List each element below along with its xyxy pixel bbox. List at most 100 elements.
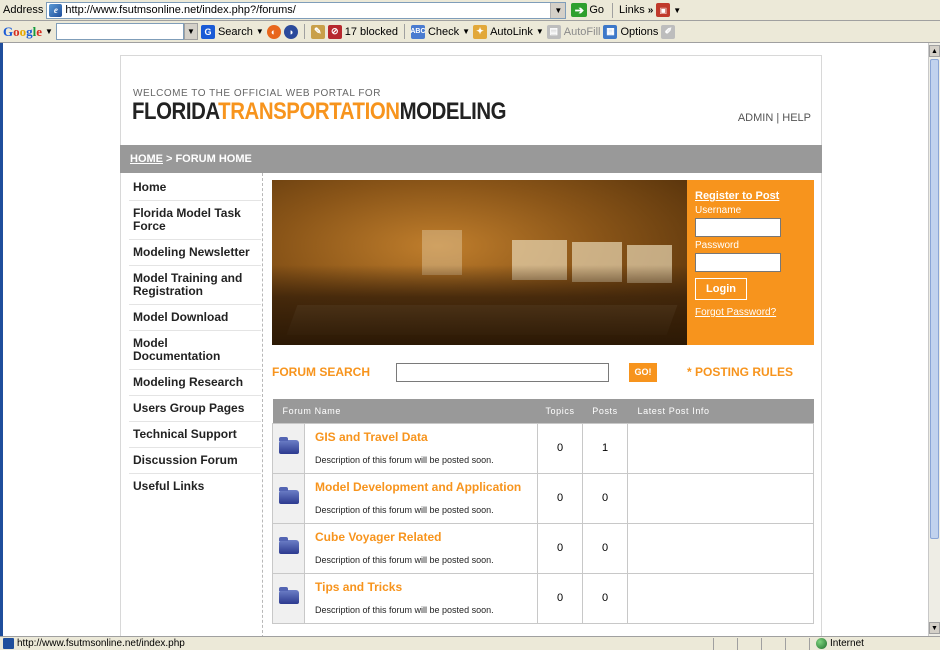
sidebar-item-forum[interactable]: Discussion Forum [129,448,261,474]
autolink-icon: ✦ [473,24,488,39]
autolink-button[interactable]: ✦ AutoLink ▼ [473,24,544,39]
column-forum-name: Forum Name [272,399,538,423]
address-dropdown-icon[interactable]: ▼ [550,2,566,18]
toolbar-separator [612,2,614,18]
breadcrumb-home-link[interactable]: HOME [130,153,163,165]
login-button[interactable]: Login [695,278,747,300]
forum-latest-post [627,522,814,574]
sidebar-item-documentation[interactable]: Model Documentation [129,331,261,370]
forgot-password-link[interactable]: Forgot Password? [695,307,806,318]
sidebar-item-download[interactable]: Model Download [129,305,261,331]
password-input[interactable] [695,253,781,272]
go-label: Go [589,4,605,16]
table-row: Model Development and Application Descri… [272,472,814,524]
forum-topics-count: 0 [537,522,583,574]
forum-name-link[interactable]: Tips and Tricks [305,574,537,594]
forum-topics-count: 0 [537,572,583,624]
password-label: Password [695,240,739,251]
folder-icon [278,486,299,504]
breadcrumb: HOME > FORUM HOME [120,145,822,173]
sidebar-item-training[interactable]: Model Training and Registration [129,266,261,305]
highlighter-icon[interactable]: ✐ [661,24,676,39]
forum-latest-post [627,572,814,624]
status-cell [713,637,737,650]
ie-page-icon: e [49,3,63,17]
forum-latest-post [627,472,814,524]
google-logo[interactable]: Google [3,24,42,40]
address-url[interactable]: http://www.fsutmsonline.net/index.php?/f… [65,4,296,16]
forum-search-input[interactable] [396,362,609,382]
search-dropdown-icon[interactable]: ▼ [256,27,264,36]
register-link[interactable]: Register to Post [695,190,806,202]
google-g-icon: G [200,24,215,39]
posting-rules-link[interactable]: * POSTING RULES [687,365,793,379]
autofill-button[interactable]: ▤ AutoFill [546,24,600,39]
forum-posts-count: 0 [582,472,628,524]
forum-name-link[interactable]: GIS and Travel Data [305,424,537,444]
bookmark-icon[interactable]: ✎ [310,24,325,39]
spell-check-button[interactable]: ABC Check ▼ [410,24,470,39]
pdf-icon[interactable]: ▣ [656,3,671,17]
page-content: WELCOME TO THE OFFICIAL WEB PORTAL FOR F… [120,55,822,636]
sidebar-divider [262,173,263,636]
breadcrumb-current: FORUM HOME [175,153,252,165]
site-logo[interactable]: FLORIDATRANSPORTATIONMODELING [132,98,507,126]
conference-photo [272,180,687,345]
links-button[interactable]: Links [619,4,645,16]
breadcrumb-separator: > [166,153,173,165]
status-url: http://www.fsutmsonline.net/index.php [17,638,185,649]
forum-name-link[interactable]: Model Development and Application [305,474,537,494]
sidebar-nav: Home Florida Model Task Force Modeling N… [129,175,261,499]
sidebar-item-home[interactable]: Home [129,175,261,201]
forum-name-link[interactable]: Cube Voyager Related [305,524,537,544]
google-menu-icon[interactable]: ▼ [45,27,53,36]
links-chevron-icon[interactable]: » [648,5,654,16]
go-button[interactable]: ➔ Go [569,3,606,17]
pdf-dropdown-icon[interactable]: ▼ [673,6,681,15]
scroll-up-icon[interactable]: ▲ [929,45,940,57]
forum-search-go-button[interactable]: GO! [629,362,657,382]
popup-blocked-icon: ⊘ [327,24,342,39]
username-input[interactable] [695,218,781,237]
forum-posts-count: 0 [582,522,628,574]
check-dropdown-icon[interactable]: ▼ [462,27,470,36]
sidebar-item-users-group[interactable]: Users Group Pages [129,396,261,422]
options-button[interactable]: ▦ Options [603,24,658,39]
sidebar-item-newsletter[interactable]: Modeling Newsletter [129,240,261,266]
google-search-dropdown-icon[interactable]: ▼ [183,23,198,40]
security-zone[interactable]: Internet [809,637,864,650]
forum-posts-count: 0 [582,572,628,624]
address-bar: Address e http://www.fsutmsonline.net/in… [0,0,940,21]
autofill-icon: ▤ [546,24,561,39]
column-topics: Topics [537,399,583,423]
forum-latest-post [627,422,814,474]
username-label: Username [695,205,742,216]
status-cell [761,637,785,650]
forum-search-label: FORUM SEARCH [272,365,370,379]
spellcheck-icon: ABC [410,24,426,39]
address-label: Address [3,4,44,16]
scroll-down-icon[interactable]: ▼ [929,622,940,634]
news-icon[interactable]: ◑ [283,24,298,39]
sidebar-item-research[interactable]: Modeling Research [129,370,261,396]
popup-blocker-button[interactable]: ⊘ 17 blocked [327,24,398,39]
folder-icon [278,536,299,554]
site-header: WELCOME TO THE OFFICIAL WEB PORTAL FOR F… [120,55,822,145]
forum-topics-count: 0 [537,472,583,524]
pagerank-icon[interactable]: ◐ [266,24,281,39]
google-search-input[interactable] [55,23,184,40]
forum-table: Forum Name Topics Posts Latest Post Info… [272,399,814,624]
vertical-scrollbar[interactable]: ▲ ▼ [928,43,940,636]
google-search-button[interactable]: G Search ▼ [200,24,264,39]
admin-help-links[interactable]: ADMIN | HELP [738,112,811,124]
column-posts: Posts [582,399,628,423]
sidebar-item-support[interactable]: Technical Support [129,422,261,448]
scroll-thumb[interactable] [930,59,939,539]
sidebar-item-links[interactable]: Useful Links [129,474,261,499]
forum-table-header: Forum Name Topics Posts Latest Post Info [272,399,814,423]
sidebar-item-task-force[interactable]: Florida Model Task Force [129,201,261,240]
page-viewport: WELCOME TO THE OFFICIAL WEB PORTAL FOR F… [0,43,928,636]
toolbar-separator [403,24,405,39]
address-input[interactable]: e http://www.fsutmsonline.net/index.php?… [46,1,567,19]
autolink-dropdown-icon[interactable]: ▼ [536,27,544,36]
